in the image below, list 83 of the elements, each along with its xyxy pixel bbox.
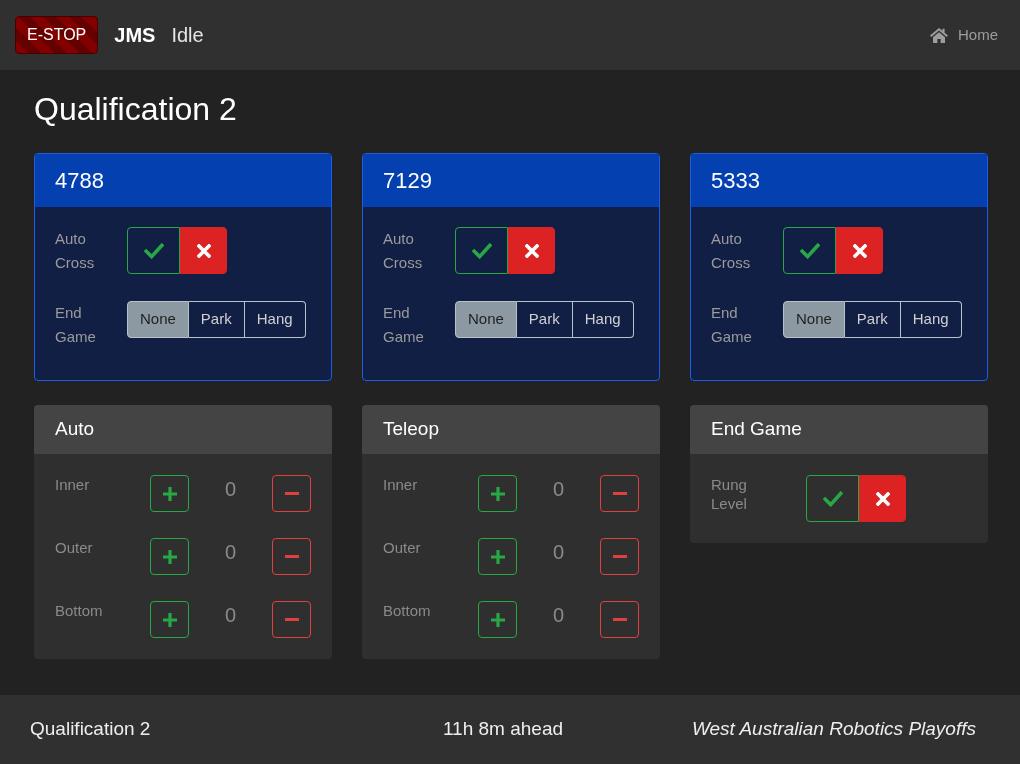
field-label: Outer xyxy=(383,538,422,558)
field-label: Bottom xyxy=(383,601,432,621)
field-label: End Game xyxy=(711,303,753,347)
increment-button[interactable] xyxy=(478,475,517,512)
increment-button[interactable] xyxy=(150,538,189,575)
end-game-option[interactable]: Park xyxy=(516,301,573,338)
count-value: 0 xyxy=(224,477,237,502)
card-title: End Game xyxy=(711,417,802,442)
plus-icon xyxy=(162,612,177,627)
decrement-button[interactable] xyxy=(600,538,639,575)
count-value: 0 xyxy=(224,540,237,565)
field-label: Auto Cross xyxy=(383,229,424,273)
field-label: End Game xyxy=(55,303,97,347)
field-label: End Game xyxy=(383,303,425,347)
cross-icon xyxy=(875,491,890,506)
end-game-option[interactable]: None xyxy=(783,301,845,338)
plus-icon xyxy=(490,486,505,501)
decrement-button[interactable] xyxy=(600,475,639,512)
cross-button[interactable] xyxy=(859,475,906,522)
field-label: Inner xyxy=(55,475,91,495)
status-text: Idle xyxy=(171,23,204,48)
plus-icon xyxy=(162,549,177,564)
cross-icon xyxy=(196,243,211,258)
plus-icon xyxy=(162,486,177,501)
check-button[interactable] xyxy=(806,475,859,522)
schedule-status: 11h 8m ahead xyxy=(442,717,564,742)
decrement-button[interactable] xyxy=(600,601,639,638)
end-game-option[interactable]: None xyxy=(455,301,517,338)
check-button[interactable] xyxy=(783,227,836,274)
increment-button[interactable] xyxy=(478,538,517,575)
check-icon xyxy=(799,242,820,259)
field-label: Rung Level xyxy=(711,475,748,513)
cross-icon xyxy=(852,243,867,258)
e-stop-button[interactable]: E-STOP xyxy=(15,16,99,54)
team-number: 5333 xyxy=(711,167,760,195)
minus-icon xyxy=(612,618,627,621)
cross-button[interactable] xyxy=(508,227,555,274)
increment-button[interactable] xyxy=(150,475,189,512)
card-title: Auto xyxy=(55,417,95,442)
check-icon xyxy=(143,242,164,259)
event-name: West Australian Robotics Playoffs xyxy=(691,717,976,742)
count-value: 0 xyxy=(552,603,565,628)
check-icon xyxy=(471,242,492,259)
cross-icon xyxy=(524,243,539,258)
increment-button[interactable] xyxy=(478,601,517,638)
card-title: Teleop xyxy=(383,417,439,442)
end-game-option[interactable]: None xyxy=(127,301,189,338)
end-game-option[interactable]: Hang xyxy=(244,301,306,338)
check-button[interactable] xyxy=(127,227,180,274)
end-game-option[interactable]: Park xyxy=(844,301,901,338)
decrement-button[interactable] xyxy=(272,475,311,512)
home-link[interactable]: Home xyxy=(930,23,998,47)
team-number: 7129 xyxy=(383,167,432,195)
page-title: Qualification 2 xyxy=(34,90,238,128)
check-button[interactable] xyxy=(455,227,508,274)
end-game-option[interactable]: Hang xyxy=(572,301,634,338)
brand-title: JMS xyxy=(114,23,156,48)
minus-icon xyxy=(284,555,299,558)
field-label: Bottom xyxy=(55,601,104,621)
field-label: Inner xyxy=(383,475,419,495)
decrement-button[interactable] xyxy=(272,538,311,575)
end-game-option[interactable]: Hang xyxy=(900,301,962,338)
cross-button[interactable] xyxy=(180,227,227,274)
cross-button[interactable] xyxy=(836,227,883,274)
increment-button[interactable] xyxy=(150,601,189,638)
minus-icon xyxy=(284,618,299,621)
end-game-option[interactable]: Park xyxy=(188,301,245,338)
plus-icon xyxy=(490,549,505,564)
minus-icon xyxy=(612,492,627,495)
count-value: 0 xyxy=(552,477,565,502)
team-number: 4788 xyxy=(55,167,104,195)
check-icon xyxy=(822,490,843,507)
count-value: 0 xyxy=(552,540,565,565)
plus-icon xyxy=(490,612,505,627)
field-label: Auto Cross xyxy=(711,229,752,273)
minus-icon xyxy=(612,555,627,558)
count-value: 0 xyxy=(224,603,237,628)
minus-icon xyxy=(284,492,299,495)
field-label: Outer xyxy=(55,538,94,558)
decrement-button[interactable] xyxy=(272,601,311,638)
home-icon xyxy=(930,27,948,43)
field-label: Auto Cross xyxy=(55,229,96,273)
match-name: Qualification 2 xyxy=(30,717,151,742)
